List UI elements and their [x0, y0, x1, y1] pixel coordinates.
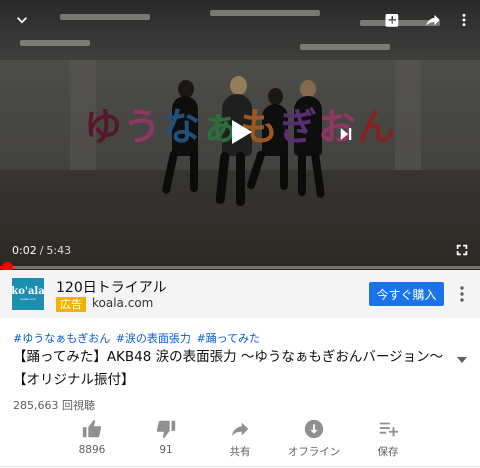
more-vert-icon[interactable]	[454, 8, 474, 32]
thumb-down-icon	[156, 420, 176, 439]
buy-now-button[interactable]: 今すぐ購入	[369, 282, 444, 306]
download-icon	[304, 419, 324, 439]
expand-description-icon[interactable]	[455, 350, 469, 363]
like-button[interactable]: 8896	[57, 418, 127, 456]
chevron-down-icon[interactable]	[10, 8, 34, 32]
logo-text: ko'ala	[11, 285, 45, 297]
share-icon[interactable]	[421, 8, 445, 32]
video-title-line: 【オリジナル振付】	[13, 372, 135, 388]
more-vert-icon[interactable]	[455, 284, 469, 304]
playlist-add-icon	[379, 422, 399, 437]
ad-badge: 広告	[56, 297, 86, 312]
video-player[interactable]: ゆうなぁもぎおん 0:02/5:43	[0, 0, 480, 270]
action-bar: 8896 91 共有 オフライン 保存	[0, 418, 480, 464]
video-title-line: 【踊ってみた】AKB48 涙の表面張力 〜ゆうなぁもぎおんバージョン〜	[13, 349, 444, 365]
download-button[interactable]: オフライン	[279, 418, 349, 459]
share-label: 共有	[229, 446, 251, 458]
advertiser-logo[interactable]: ko'ala koala.com	[11, 278, 45, 310]
dislike-button[interactable]: 91	[131, 418, 201, 456]
logo-subtext: koala.com	[20, 296, 36, 301]
hashtag-link[interactable]: #踊ってみた	[196, 332, 260, 345]
like-count: 8896	[78, 444, 106, 456]
hashtag-link[interactable]: #涙の表面張力	[116, 332, 191, 345]
view-count: 285,663 回視聴	[13, 399, 95, 412]
share-icon	[231, 422, 249, 437]
video-title[interactable]: 【踊ってみた】AKB48 涙の表面張力 〜ゆうなぁもぎおんバージョン〜 【オリジ…	[13, 346, 453, 392]
download-label: オフライン	[287, 446, 341, 458]
fullscreen-icon[interactable]	[452, 240, 472, 260]
time-display: 0:02/5:43	[12, 244, 71, 257]
share-button[interactable]: 共有	[205, 418, 275, 459]
hashtag-link[interactable]: #ゆうなぁもぎおん	[13, 332, 110, 345]
dislike-count: 91	[159, 444, 173, 456]
ad-title: 120日トライアル	[56, 280, 167, 296]
video-duration: 5:43	[46, 244, 72, 257]
thumb-up-icon	[82, 419, 102, 438]
progress-scrubber[interactable]	[1, 262, 13, 270]
save-button[interactable]: 保存	[353, 418, 423, 459]
skip-next-icon[interactable]	[334, 122, 358, 146]
play-icon[interactable]	[222, 112, 258, 152]
hashtag-list: #ゆうなぁもぎおん #涙の表面張力 #踊ってみた	[13, 330, 262, 346]
time-separator: /	[39, 244, 44, 257]
progress-bar[interactable]	[0, 262, 480, 270]
save-label: 保存	[377, 446, 399, 458]
ad-banner[interactable]: ko'ala koala.com 120日トライアル 広告 koala.com …	[0, 270, 480, 318]
ad-domain: koala.com	[92, 296, 154, 310]
current-time: 0:02	[12, 244, 37, 257]
divider	[0, 466, 480, 467]
playlist-add-icon[interactable]	[381, 8, 405, 32]
